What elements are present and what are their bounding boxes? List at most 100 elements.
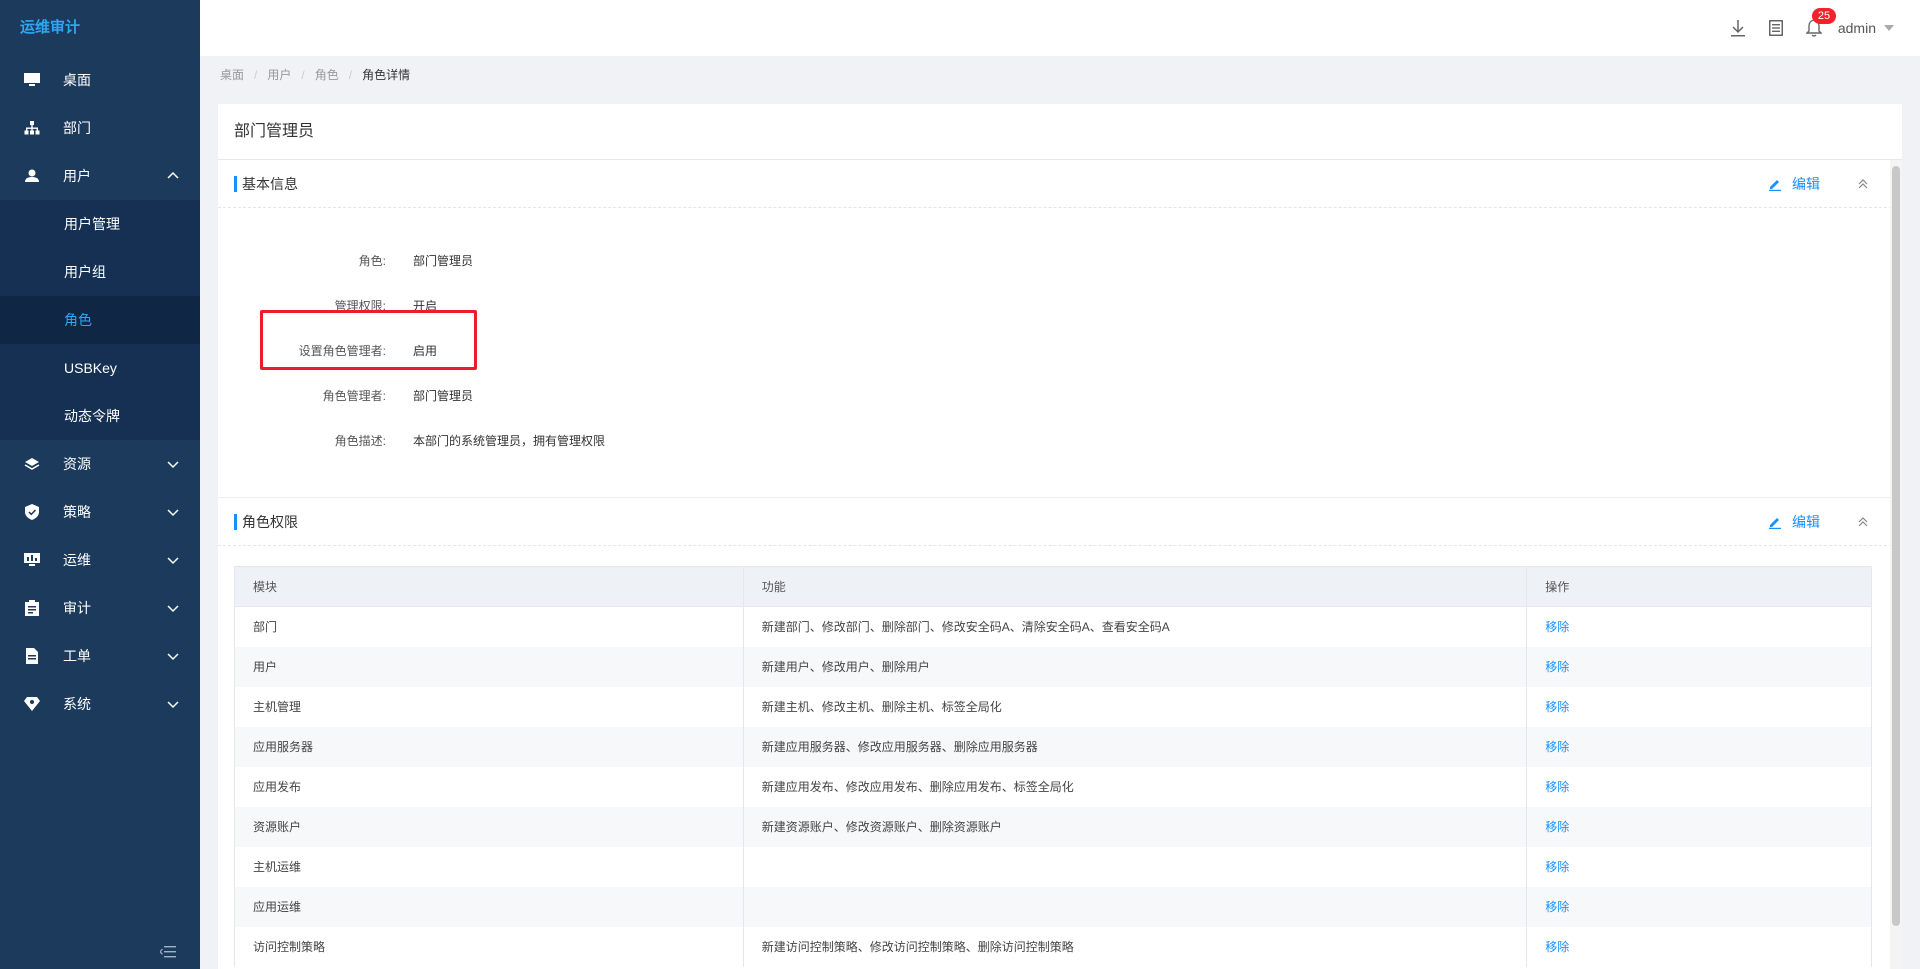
- sidebar-item-department[interactable]: 部门: [0, 104, 200, 152]
- user-icon: [24, 168, 40, 184]
- info-value: 开启: [413, 299, 438, 313]
- sidebar-item-ticket[interactable]: 工单: [0, 632, 200, 680]
- sidebar-item-resource[interactable]: 资源: [0, 440, 200, 488]
- sidebar-item-operation[interactable]: 运维: [0, 536, 200, 584]
- cell-module: 应用服务器: [234, 726, 744, 767]
- user-submenu: 用户管理 用户组 角色 USBKey 动态令牌: [0, 200, 200, 440]
- caret-down-icon[interactable]: [1884, 25, 1894, 31]
- remove-link[interactable]: 移除: [1526, 726, 1872, 767]
- cell-functions: 新建用户、修改用户、删除用户: [742, 646, 1528, 687]
- cell-functions: 新建部门、修改部门、删除部门、修改安全码A、清除安全码A、查看安全码A: [742, 606, 1528, 647]
- basic-info-header: 基本信息 编辑: [218, 160, 1902, 208]
- sidebar-subitem-role[interactable]: 角色: [0, 296, 200, 344]
- info-row-role: 角色: 部门管理员: [218, 238, 1902, 283]
- cell-module: 用户: [234, 646, 744, 687]
- sidebar-collapse-icon[interactable]: [160, 945, 176, 959]
- table-row: 应用运维 移除: [234, 886, 1872, 927]
- cell-module: 部门: [234, 606, 744, 647]
- sidebar-subitem-user-management[interactable]: 用户管理: [0, 200, 200, 248]
- app-logo: 运维审计: [20, 19, 81, 36]
- scrollbar-thumb[interactable]: [1892, 166, 1900, 926]
- notification-badge: 25: [1811, 8, 1837, 24]
- permissions-table: 模块 功能 操作 部门 新建部门、修改部门、删除部门、修改安全码A、清除安全码A…: [234, 566, 1872, 967]
- shield-icon: [24, 504, 40, 520]
- system-icon: [24, 696, 40, 712]
- info-row-role-manager: 角色管理者: 部门管理员: [218, 373, 1902, 418]
- audit-icon: [24, 600, 40, 616]
- sidebar-item-audit[interactable]: 审计: [0, 584, 200, 632]
- cell-module: 访问控制策略: [234, 926, 744, 967]
- cell-module: 主机管理: [234, 686, 744, 727]
- sidebar-subitem-usbkey[interactable]: USBKey: [0, 344, 200, 392]
- sidebar-item-label: 系统: [63, 696, 91, 712]
- sidebar-item-label: 桌面: [63, 72, 91, 88]
- permissions-edit-button[interactable]: 编辑: [1768, 498, 1820, 546]
- remove-link[interactable]: 移除: [1526, 926, 1872, 967]
- desktop-icon: [24, 72, 40, 88]
- basic-info-body: 角色: 部门管理员 管理权限: 开启 设置角色管理者: 启用 角色管理者: 部门…: [218, 208, 1902, 498]
- sidebar-item-policy[interactable]: 策略: [0, 488, 200, 536]
- chevron-down-icon: [167, 557, 179, 565]
- table-row: 部门 新建部门、修改部门、删除部门、修改安全码A、清除安全码A、查看安全码A 移…: [234, 606, 1872, 647]
- chevron-down-icon: [167, 509, 179, 517]
- column-header-action: 操作: [1526, 566, 1872, 607]
- info-label: 角色:: [358, 254, 386, 268]
- ticket-icon: [24, 648, 40, 664]
- remove-link[interactable]: 移除: [1526, 766, 1872, 807]
- layers-icon: [24, 456, 40, 472]
- chevron-down-icon: [167, 605, 179, 613]
- sidebar-item-desktop[interactable]: 桌面: [0, 56, 200, 104]
- permissions-header: 角色权限 编辑: [218, 498, 1902, 546]
- chevron-down-icon: [167, 701, 179, 709]
- bell-icon[interactable]: 25: [1804, 8, 1837, 38]
- user-menu[interactable]: admin: [1838, 20, 1876, 36]
- cell-functions: [742, 886, 1528, 927]
- info-label: 管理权限:: [334, 299, 386, 313]
- breadcrumb-current: 角色详情: [362, 68, 411, 82]
- info-label: 角色管理者:: [322, 389, 386, 403]
- cell-functions: [742, 846, 1528, 887]
- table-row: 主机运维 移除: [234, 846, 1872, 887]
- page-title: 部门管理员: [218, 104, 1902, 160]
- document-list-icon[interactable]: [1766, 18, 1786, 38]
- sidebar-item-user[interactable]: 用户: [0, 152, 200, 200]
- info-row-permission: 管理权限: 开启: [218, 283, 1902, 328]
- vertical-scrollbar[interactable]: [1890, 160, 1902, 969]
- breadcrumb-item-desktop[interactable]: 桌面: [220, 66, 244, 83]
- collapse-up-icon[interactable]: [1856, 515, 1870, 529]
- chevron-down-icon: [167, 461, 179, 469]
- breadcrumb-separator: /: [348, 67, 353, 82]
- sidebar-subitem-dynamic-token[interactable]: 动态令牌: [0, 392, 200, 440]
- table-header-row: 模块 功能 操作: [234, 566, 1872, 607]
- sidebar-item-label: 部门: [63, 120, 91, 136]
- table-row: 应用发布 新建应用发布、修改应用发布、删除应用发布、标签全局化 移除: [234, 766, 1872, 807]
- info-value: 部门管理员: [413, 389, 474, 403]
- chevron-down-icon: [167, 653, 179, 661]
- remove-link[interactable]: 移除: [1526, 886, 1872, 927]
- column-header-module: 模块: [234, 566, 744, 607]
- breadcrumb-item-user[interactable]: 用户: [267, 66, 291, 83]
- basic-info-edit-button[interactable]: 编辑: [1768, 160, 1820, 208]
- breadcrumb-separator: /: [254, 67, 258, 82]
- breadcrumb-item-role[interactable]: 角色: [315, 66, 339, 83]
- download-icon[interactable]: [1728, 18, 1748, 38]
- remove-link[interactable]: 移除: [1526, 686, 1872, 727]
- remove-link[interactable]: 移除: [1526, 806, 1872, 847]
- org-icon: [24, 120, 40, 136]
- breadcrumb-separator: /: [301, 67, 305, 82]
- remove-link[interactable]: 移除: [1526, 846, 1872, 887]
- collapse-up-icon[interactable]: [1856, 177, 1870, 191]
- remove-link[interactable]: 移除: [1526, 606, 1872, 647]
- info-row-description: 角色描述: 本部门的系统管理员，拥有管理权限: [218, 418, 1902, 463]
- sidebar-item-label: 运维: [63, 552, 91, 568]
- table-row: 主机管理 新建主机、修改主机、删除主机、标签全局化 移除: [234, 686, 1872, 727]
- section-title: 角色权限: [242, 514, 298, 530]
- edit-label: 编辑: [1792, 176, 1820, 192]
- edit-label: 编辑: [1792, 514, 1820, 530]
- sidebar-item-label: 工单: [63, 648, 91, 664]
- sidebar-item-system[interactable]: 系统: [0, 680, 200, 728]
- cell-module: 应用运维: [234, 886, 744, 927]
- chevron-up-icon: [167, 171, 179, 179]
- remove-link[interactable]: 移除: [1526, 646, 1872, 687]
- sidebar-subitem-user-group[interactable]: 用户组: [0, 248, 200, 296]
